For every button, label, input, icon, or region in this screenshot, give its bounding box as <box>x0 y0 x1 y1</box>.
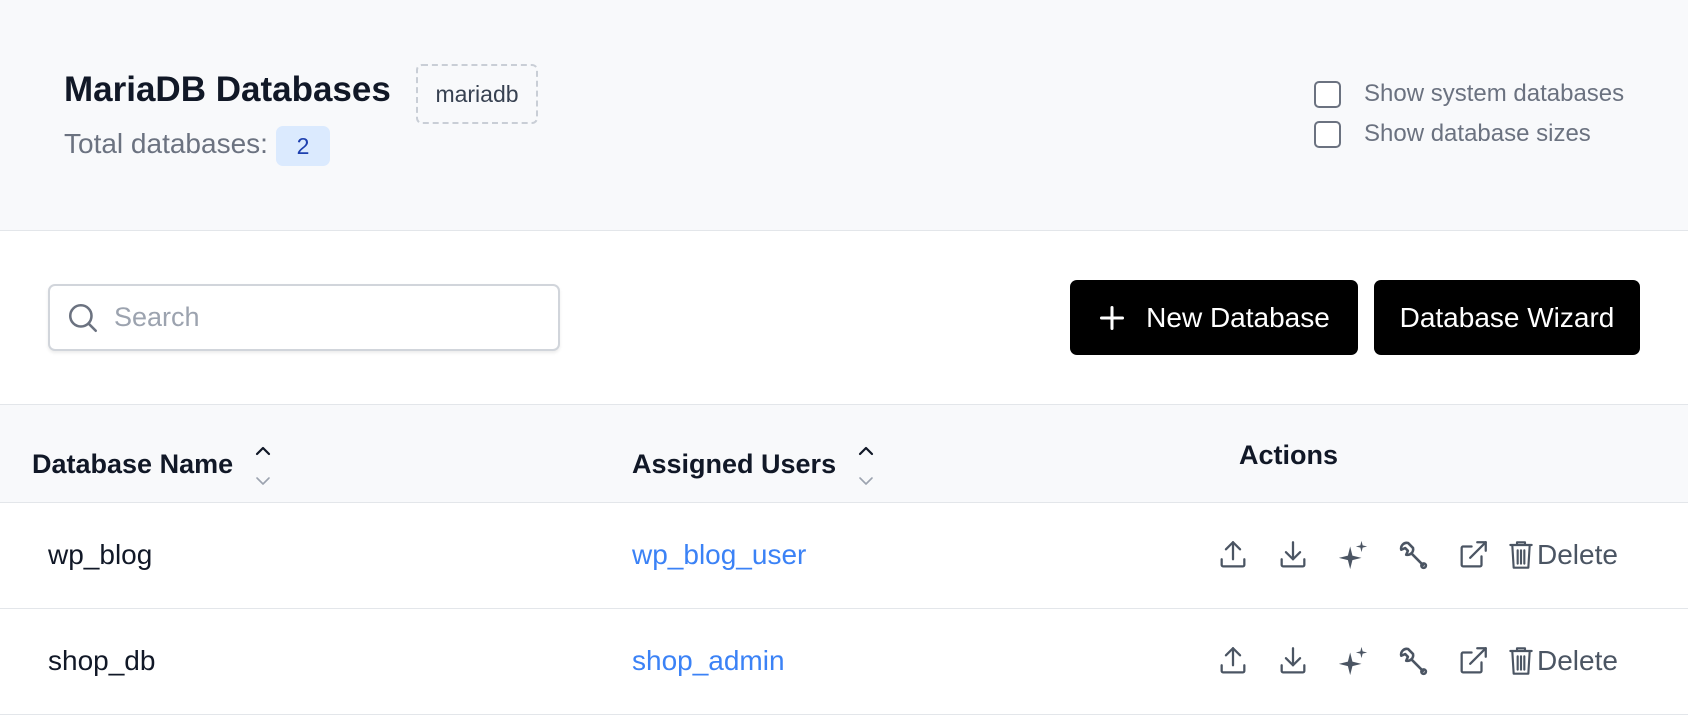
column-header-database-name[interactable]: Database Name <box>32 440 273 488</box>
assigned-user-link[interactable]: shop_admin <box>632 645 785 677</box>
table-header: Database Name Assigned Users Actions <box>0 404 1688 503</box>
engine-badge: mariadb <box>416 64 538 124</box>
sort-icon[interactable] <box>253 444 273 488</box>
search-box[interactable] <box>48 284 560 351</box>
search-input[interactable] <box>114 302 534 333</box>
wrench-icon <box>1399 541 1428 570</box>
page-title: MariaDB Databases <box>64 70 391 109</box>
show-system-databases-option[interactable]: Show system databases <box>1314 80 1624 108</box>
download-button[interactable] <box>1275 537 1311 573</box>
new-database-label: New Database <box>1146 301 1330 333</box>
external-link-icon <box>1460 647 1487 674</box>
open-external-button[interactable] <box>1455 643 1491 679</box>
search-icon <box>68 303 98 332</box>
delete-button[interactable]: Delete <box>1507 539 1618 571</box>
show-database-sizes-option[interactable]: Show database sizes <box>1314 120 1591 148</box>
wrench-icon <box>1399 647 1428 676</box>
row-actions: Delete <box>1215 643 1618 679</box>
table-row: shop_db shop_admin Delete <box>0 609 1688 715</box>
trash-icon <box>1509 541 1533 569</box>
upload-button[interactable] <box>1215 643 1251 679</box>
delete-button[interactable]: Delete <box>1507 645 1618 677</box>
upload-button[interactable] <box>1215 537 1251 573</box>
upload-icon <box>1220 647 1246 674</box>
new-database-button[interactable]: New Database <box>1070 280 1358 355</box>
sparkles-icon <box>1338 540 1368 570</box>
upload-icon <box>1220 541 1246 568</box>
download-icon <box>1280 647 1306 674</box>
database-name: shop_db <box>48 645 156 676</box>
repair-button[interactable] <box>1395 643 1431 679</box>
show-system-databases-checkbox[interactable] <box>1314 80 1341 108</box>
show-system-databases-label: Show system databases <box>1364 80 1625 107</box>
delete-label: Delete <box>1537 539 1618 570</box>
repair-button[interactable] <box>1395 537 1431 573</box>
show-database-sizes-label: Show database sizes <box>1364 120 1591 147</box>
total-databases-label: Total databases: <box>64 128 268 159</box>
sparkles-icon <box>1338 646 1368 676</box>
trash-icon <box>1509 647 1533 675</box>
show-database-sizes-checkbox[interactable] <box>1314 120 1341 148</box>
sort-icon[interactable] <box>856 444 876 488</box>
download-icon <box>1280 541 1306 568</box>
plus-icon <box>1100 305 1125 330</box>
row-actions: Delete <box>1215 537 1618 573</box>
column-header-assigned-users[interactable]: Assigned Users <box>632 440 876 488</box>
database-wizard-label: Database Wizard <box>1399 301 1615 333</box>
optimize-button[interactable] <box>1335 643 1371 679</box>
external-link-icon <box>1460 541 1487 568</box>
total-databases-count-badge: 2 <box>276 126 330 166</box>
delete-label: Delete <box>1537 645 1618 676</box>
table-row: wp_blog wp_blog_user Delete <box>0 503 1688 609</box>
database-wizard-button[interactable]: Database Wizard <box>1374 280 1640 355</box>
assigned-user-link[interactable]: wp_blog_user <box>632 539 806 571</box>
column-header-actions: Actions <box>1239 440 1339 470</box>
optimize-button[interactable] <box>1335 537 1371 573</box>
page-header: MariaDB Databases mariadb Total database… <box>0 0 1688 231</box>
download-button[interactable] <box>1275 643 1311 679</box>
database-name: wp_blog <box>48 539 153 570</box>
open-external-button[interactable] <box>1455 537 1491 573</box>
